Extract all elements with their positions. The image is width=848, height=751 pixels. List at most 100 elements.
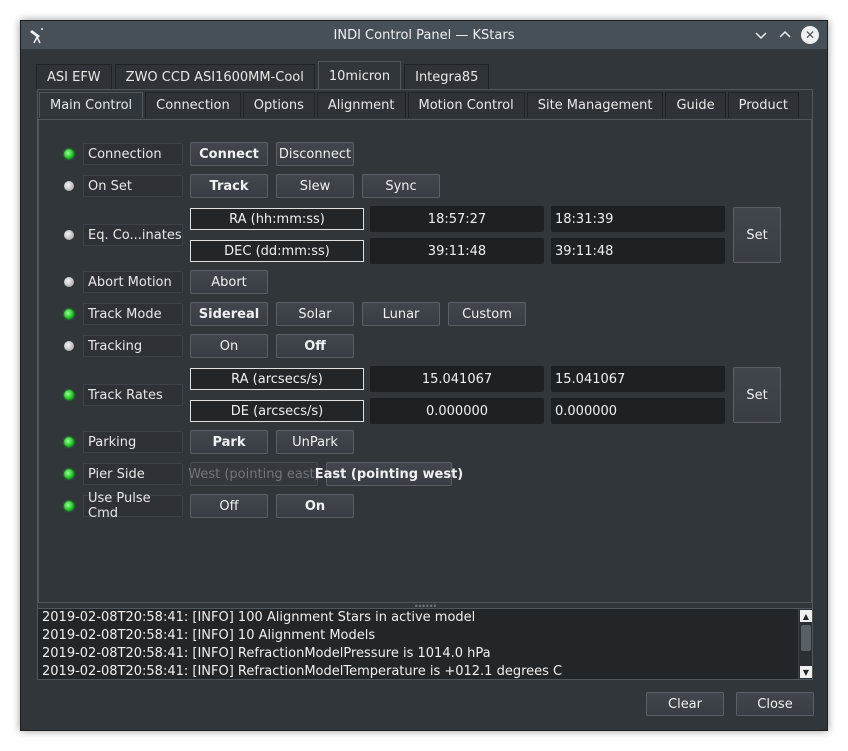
- set-eq-coordinates-button[interactable]: Set: [733, 207, 781, 263]
- tab-asi-efw[interactable]: ASI EFW: [36, 64, 112, 90]
- dec-value: 39:11:48: [370, 238, 544, 264]
- tab-product[interactable]: Product: [727, 92, 799, 118]
- telescope-icon: [30, 28, 43, 44]
- status-led: [64, 341, 74, 351]
- sidereal-button[interactable]: Sidereal: [190, 302, 268, 326]
- tab-guide[interactable]: Guide: [665, 92, 726, 118]
- unpark-button[interactable]: UnPark: [276, 430, 354, 454]
- clear-button[interactable]: Clear: [646, 692, 724, 716]
- property-label: Abort Motion: [83, 271, 183, 293]
- status-led: [64, 277, 74, 287]
- tab-label: 10micron: [328, 68, 391, 84]
- property-label: On Set: [83, 175, 183, 197]
- status-led: [64, 501, 74, 511]
- de-rate-value: 0.000000: [370, 398, 544, 424]
- status-led: [64, 469, 74, 479]
- tab-label: Options: [253, 98, 304, 113]
- property-use-pulse-cmd: Use Pulse Cmd Off On: [39, 491, 809, 521]
- status-led: [64, 309, 74, 319]
- tab-label: Product: [738, 98, 788, 113]
- property-label: Pier Side: [83, 463, 183, 485]
- property-tracking: Tracking On Off: [39, 334, 809, 358]
- tab-label: Alignment: [327, 98, 395, 113]
- scroll-down-icon[interactable]: ▼: [800, 666, 812, 678]
- message-log[interactable]: 2019-02-08T20:58:41: [INFO] 100 Alignmen…: [37, 608, 813, 680]
- tab-connection[interactable]: Connection: [145, 92, 241, 118]
- tab-10micron[interactable]: 10micron: [317, 61, 402, 90]
- tracking-off-button[interactable]: Off: [276, 334, 354, 358]
- scroll-thumb[interactable]: [801, 625, 811, 651]
- ra-rate-label: RA (arcsecs/s): [190, 368, 364, 390]
- property-eq-coordinates: Eq. Co...inates RA (hh:mm:ss) 18:57:27 1…: [39, 206, 809, 264]
- tab-label: Main Control: [50, 98, 133, 113]
- track-button[interactable]: Track: [190, 174, 268, 198]
- tab-label: Motion Control: [418, 98, 514, 113]
- window-title: INDI Control Panel — KStars: [333, 27, 515, 43]
- ra-rate-input[interactable]: 15.041067: [551, 366, 725, 392]
- property-label: Track Mode: [83, 303, 183, 325]
- ra-value: 18:57:27: [370, 206, 544, 232]
- property-connection: Connection Connect Disconnect: [39, 142, 809, 166]
- tab-label: Site Management: [537, 98, 653, 113]
- minimize-button[interactable]: [752, 26, 770, 44]
- scroll-up-icon[interactable]: ▲: [800, 610, 812, 622]
- chevron-down-icon: [755, 32, 767, 40]
- close-icon: ✕: [804, 28, 816, 42]
- group-tabbar: Main Control Connection Options Alignmen…: [39, 92, 801, 118]
- park-button[interactable]: Park: [190, 430, 268, 454]
- tab-label: ASI EFW: [47, 70, 101, 85]
- connect-button[interactable]: Connect: [190, 142, 268, 166]
- tab-options[interactable]: Options: [242, 92, 315, 118]
- tab-motion-control[interactable]: Motion Control: [407, 92, 525, 118]
- title-bar[interactable]: INDI Control Panel — KStars ✕: [21, 21, 827, 49]
- status-led: [64, 437, 74, 447]
- set-track-rates-button[interactable]: Set: [733, 367, 781, 423]
- tab-site-management[interactable]: Site Management: [526, 92, 664, 118]
- tab-label: Integra85: [415, 70, 479, 85]
- property-track-rates: Track Rates RA (arcsecs/s) 15.041067 15.…: [39, 366, 809, 424]
- tab-label: ZWO CCD ASI1600MM-Cool: [125, 70, 304, 85]
- property-on-set: On Set Track Slew Sync: [39, 174, 809, 198]
- tab-alignment[interactable]: Alignment: [316, 92, 406, 118]
- property-label: Use Pulse Cmd: [83, 491, 183, 521]
- chevron-up-icon: [779, 30, 791, 38]
- tab-label: Guide: [676, 98, 715, 113]
- log-line: 2019-02-08T20:58:41: [INFO] 10 Alignment…: [42, 628, 376, 643]
- de-rate-label: DE (arcsecs/s): [190, 400, 364, 422]
- tab-integra85[interactable]: Integra85: [404, 64, 490, 90]
- solar-button[interactable]: Solar: [276, 302, 354, 326]
- status-led: [64, 230, 74, 240]
- sync-button[interactable]: Sync: [362, 174, 440, 198]
- tab-zwo-ccd[interactable]: ZWO CCD ASI1600MM-Cool: [114, 64, 315, 90]
- pulse-on-button[interactable]: On: [276, 494, 354, 518]
- tracking-on-button[interactable]: On: [190, 334, 268, 358]
- close-window-button[interactable]: ✕: [801, 26, 819, 44]
- ra-input[interactable]: 18:31:39: [551, 206, 725, 232]
- status-led: [64, 181, 74, 191]
- tab-label: Connection: [156, 98, 230, 113]
- log-scrollbar[interactable]: ▲ ▼: [798, 609, 812, 679]
- property-label: Eq. Co...inates: [83, 224, 183, 246]
- pulse-off-button[interactable]: Off: [190, 494, 268, 518]
- main-control-panel: Connection Connect Disconnect On Set Tra…: [38, 119, 812, 603]
- log-line: 2019-02-08T20:58:41: [INFO] 100 Alignmen…: [42, 610, 476, 625]
- property-parking: Parking Park UnPark: [39, 430, 809, 454]
- custom-button[interactable]: Custom: [448, 302, 526, 326]
- ra-rate-value: 15.041067: [370, 366, 544, 392]
- east-pointing-west-button[interactable]: East (pointing west): [315, 462, 463, 486]
- ra-label: RA (hh:mm:ss): [190, 208, 364, 230]
- de-rate-input[interactable]: 0.000000: [551, 398, 725, 424]
- dec-input[interactable]: 39:11:48: [551, 238, 725, 264]
- property-abort-motion: Abort Motion Abort: [39, 270, 809, 294]
- tab-main-control[interactable]: Main Control: [39, 92, 144, 118]
- west-pointing-east-button[interactable]: West (pointing east): [188, 462, 320, 486]
- close-button[interactable]: Close: [736, 692, 814, 716]
- slew-button[interactable]: Slew: [276, 174, 354, 198]
- status-led: [64, 149, 74, 159]
- property-label: Tracking: [83, 335, 183, 357]
- abort-button[interactable]: Abort: [190, 270, 268, 294]
- maximize-button[interactable]: [776, 26, 794, 44]
- disconnect-button[interactable]: Disconnect: [276, 142, 354, 166]
- lunar-button[interactable]: Lunar: [362, 302, 440, 326]
- indi-control-panel-window: INDI Control Panel — KStars ✕ ASI EFW ZW…: [20, 20, 828, 731]
